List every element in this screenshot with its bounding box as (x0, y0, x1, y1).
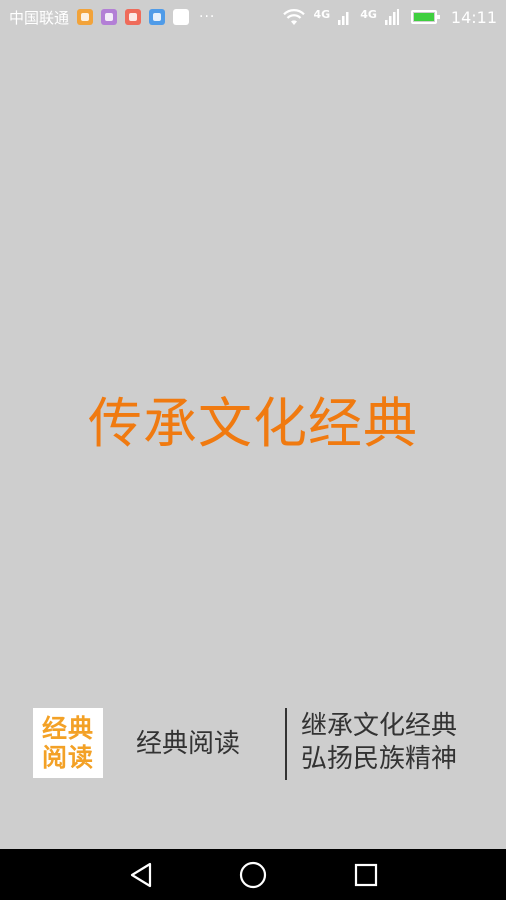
brand-tagline: 继承文化经典 弘扬民族精神 (301, 710, 457, 776)
brand-logo-line2: 阅读 (41, 743, 94, 772)
recents-button[interactable] (336, 849, 396, 900)
navigation-bar (0, 849, 506, 900)
back-triangle-icon (130, 862, 152, 887)
recents-square-icon (354, 863, 378, 886)
status-left: 中国联通 ··· (9, 7, 215, 28)
signal-icon (338, 12, 349, 25)
battery-level (413, 13, 434, 21)
tagline-line1: 继承文化经典 (301, 711, 458, 741)
brand-logo: 经典 阅读 (33, 708, 103, 778)
brand-logo-line1: 经典 (41, 714, 94, 743)
brand-divider (285, 708, 287, 780)
splash-slogan: 传承文化经典 (88, 392, 418, 455)
battery-icon (410, 10, 440, 24)
status-bar: 中国联通 ··· 4G 4G 14:11 (0, 0, 506, 34)
more-notifications-icon: ··· (199, 9, 216, 25)
baidu-icon (173, 9, 190, 25)
tagline-line2: 弘扬民族精神 (301, 744, 458, 774)
brand-name: 经典阅读 (136, 729, 241, 759)
signal-icon-2 (384, 9, 399, 25)
home-circle-icon (239, 861, 267, 888)
wifi-app-icon (149, 9, 166, 25)
carrier-label: 中国联通 (9, 8, 70, 27)
app-icon (125, 9, 142, 25)
taobao-icon (77, 9, 94, 25)
status-right: 4G 4G 14:11 (282, 8, 497, 27)
wifi-icon (282, 9, 305, 25)
gallery-icon (101, 9, 118, 25)
network-type-label: 4G (313, 7, 331, 21)
status-time: 14:11 (450, 7, 497, 27)
back-button[interactable] (111, 849, 171, 900)
network-type-label-2: 4G (360, 7, 377, 21)
home-button[interactable] (223, 849, 283, 900)
